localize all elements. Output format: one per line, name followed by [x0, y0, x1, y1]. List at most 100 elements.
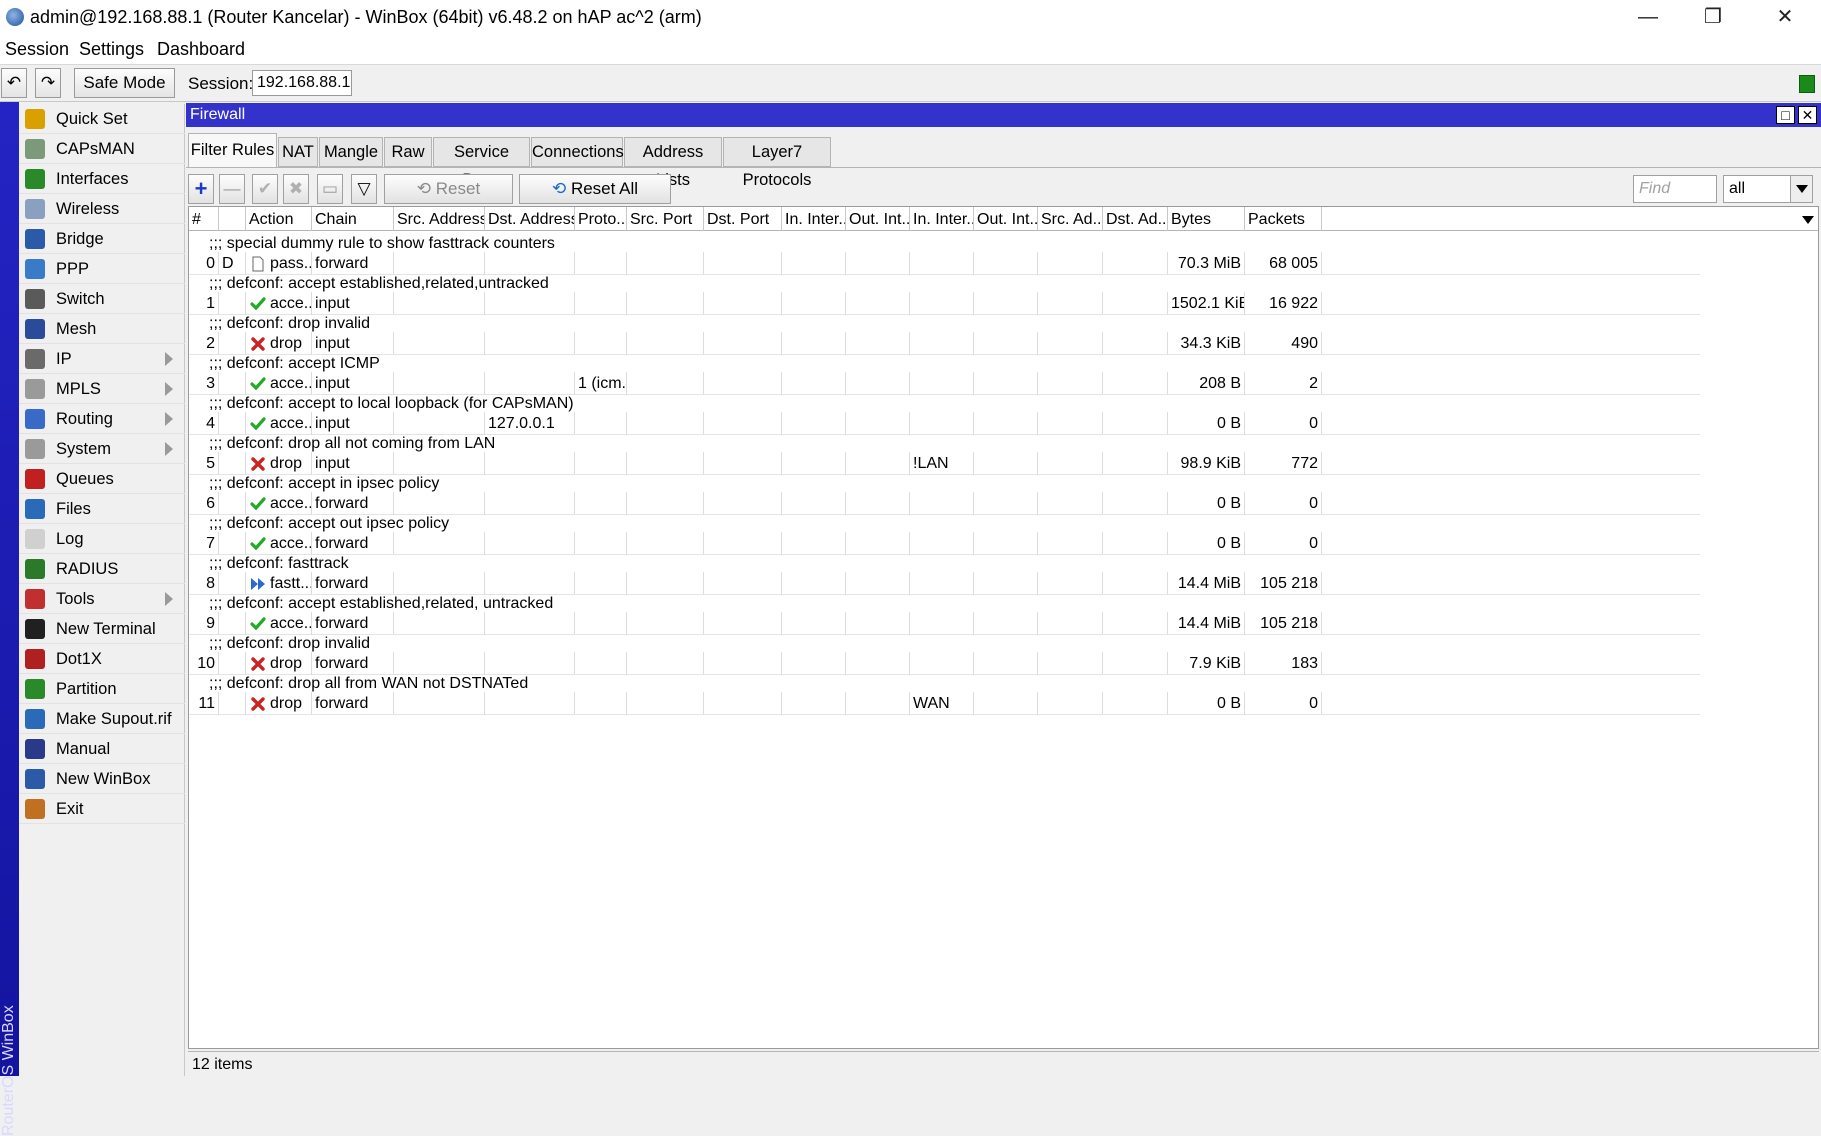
sidebar-item-manual[interactable]: Manual	[19, 734, 185, 764]
header-col-action[interactable]: Action	[246, 207, 312, 231]
cell-dst-port	[704, 692, 782, 715]
safe-mode-button[interactable]: Safe Mode	[74, 68, 175, 98]
cell-action: drop	[246, 692, 312, 715]
table-header: # Action Chain Src. Address Dst. Address Prot…	[189, 207, 1818, 231]
header-col-out-interface-list[interactable]: Out. Int...	[974, 207, 1038, 231]
header-col-protocol[interactable]: Proto...	[575, 207, 627, 231]
rules-table: # Action Chain Src. Address Dst. Address Prot…	[188, 206, 1819, 1049]
header-col-bytes[interactable]: Bytes	[1168, 207, 1245, 231]
disable-rule-button[interactable]: ✖	[283, 174, 309, 204]
sidebar-item-bridge[interactable]: Bridge	[19, 224, 185, 254]
tab-raw[interactable]: Raw	[384, 137, 432, 167]
rule-comment: ;;; defconf: drop invalid	[209, 635, 370, 652]
tab-address-lists[interactable]: Address Lists	[624, 137, 722, 189]
sidebar-item-wireless[interactable]: Wireless	[19, 194, 185, 224]
header-col-src-address[interactable]: Src. Address	[394, 207, 485, 231]
filter-select[interactable]: all	[1723, 175, 1813, 203]
rule-comment: ;;; defconf: accept out ipsec policy	[209, 515, 450, 532]
sidebar-item-exit[interactable]: Exit	[19, 794, 185, 824]
menu-dashboard[interactable]: Dashboard	[157, 39, 245, 60]
close-firewall-button[interactable]: ✕	[1798, 106, 1817, 124]
folder-icon	[25, 499, 45, 519]
chevron-down-icon[interactable]	[1790, 176, 1812, 202]
sidebar-item-make-supout-rif[interactable]: Make Supout.rif	[19, 704, 185, 734]
filter-icon[interactable]: ▽	[351, 174, 377, 204]
sidebar-item-queues[interactable]: Queues	[19, 464, 185, 494]
rule-comment: ;;; defconf: accept in ipsec policy	[209, 475, 440, 492]
comment-button[interactable]: ▭	[317, 174, 343, 204]
rule-comment: ;;; defconf: accept established,related,…	[209, 275, 549, 292]
sidebar-item-partition[interactable]: Partition	[19, 674, 185, 704]
header-col-dst-address[interactable]: Dst. Address	[485, 207, 575, 231]
accept-icon	[250, 616, 266, 632]
minimize-button[interactable]: —	[1612, 0, 1684, 34]
tab-service-ports[interactable]: Service Ports	[433, 137, 530, 189]
redo-button[interactable]: ↷	[35, 68, 61, 98]
add-rule-button[interactable]: +	[188, 174, 214, 204]
header-col-dst-port[interactable]: Dst. Port	[704, 207, 782, 231]
sidebar-item-mpls[interactable]: MPLS	[19, 374, 185, 404]
sidebar-item-label: CAPsMAN	[56, 140, 135, 158]
menu-settings[interactable]: Settings	[79, 39, 144, 60]
header-col-dst-address-list[interactable]: Dst. Ad...	[1103, 207, 1168, 231]
sidebar-item-label: PPP	[56, 260, 90, 278]
menu-bar: Session Settings Dashboard	[0, 34, 1821, 64]
enable-rule-button[interactable]: ✔	[252, 174, 278, 204]
tab-layer7-protocols[interactable]: Layer7 Protocols	[723, 137, 831, 189]
header-col-src-port[interactable]: Src. Port	[627, 207, 704, 231]
tab-nat[interactable]: NAT	[278, 137, 318, 167]
sidebar-item-routing[interactable]: Routing	[19, 404, 185, 434]
action-label: acce...	[270, 615, 311, 632]
sidebar-item-label: New Terminal	[56, 620, 156, 638]
firewall-tabs: Filter RulesNATMangleRawService PortsCon…	[186, 133, 1821, 189]
sidebar-item-files[interactable]: Files	[19, 494, 185, 524]
tab-mangle[interactable]: Mangle	[319, 137, 383, 167]
sidebar-item-interfaces[interactable]: Interfaces	[19, 164, 185, 194]
header-col-src-address-list[interactable]: Src. Ad...	[1038, 207, 1103, 231]
find-input[interactable]: Find	[1633, 175, 1717, 203]
tab-filter-rules[interactable]: Filter Rules	[188, 133, 277, 167]
header-col-packets[interactable]: Packets	[1245, 207, 1322, 231]
accept-icon	[250, 376, 266, 392]
sidebar-item-quick-set[interactable]: Quick Set	[19, 104, 185, 134]
restore-button[interactable]: ❐	[1677, 0, 1749, 34]
header-col-in-interface[interactable]: In. Inter...	[782, 207, 846, 231]
sidebar-item-capsman[interactable]: CAPsMAN	[19, 134, 185, 164]
sidebar-item-system[interactable]: System	[19, 434, 185, 464]
sidebar-item-radius[interactable]: RADIUS	[19, 554, 185, 584]
sidebar-item-new-winbox[interactable]: New WinBox	[19, 764, 185, 794]
undo-button[interactable]: ↶	[1, 68, 27, 98]
sidebar-item-tools[interactable]: Tools	[19, 584, 185, 614]
reset-all-counters-button[interactable]: ⟲ Reset All Counters	[519, 174, 671, 226]
log-icon	[25, 529, 45, 549]
column-menu-icon[interactable]	[1802, 216, 1814, 224]
action-label: acce...	[270, 295, 311, 312]
sidebar-item-label: Bridge	[56, 230, 104, 248]
sidebar-item-mesh[interactable]: Mesh	[19, 314, 185, 344]
header-col-flag[interactable]	[219, 207, 246, 231]
header-col-out-interface[interactable]: Out. Int...	[846, 207, 910, 231]
sidebar-item-new-terminal[interactable]: New Terminal	[19, 614, 185, 644]
sidebar-item-ip[interactable]: IP	[19, 344, 185, 374]
cell-src-port	[627, 692, 704, 715]
session-field[interactable]: 192.168.88.1	[252, 70, 352, 96]
table-row[interactable]: 11 drop forward WAN 0 B0	[189, 692, 1700, 715]
header-col-chain[interactable]: Chain	[312, 207, 394, 231]
sidebar-item-label: Partition	[56, 680, 117, 698]
sidebar-item-log[interactable]: Log	[19, 524, 185, 554]
reset-counters-button[interactable]: ⟲ Reset Counters	[384, 174, 513, 226]
wand-icon	[25, 109, 45, 129]
ppp-icon	[25, 259, 45, 279]
header-col-in-interface-list[interactable]: In. Inter...	[910, 207, 974, 231]
gear-icon	[25, 439, 45, 459]
maximize-firewall-button[interactable]: □	[1776, 106, 1795, 124]
header-col-number[interactable]: #	[189, 207, 219, 231]
remove-rule-button[interactable]: —	[219, 174, 245, 204]
sidebar-item-switch[interactable]: Switch	[19, 284, 185, 314]
antenna-icon	[25, 139, 45, 159]
close-window-button[interactable]: ✕	[1749, 0, 1821, 34]
menu-session[interactable]: Session	[5, 39, 69, 60]
sidebar-item-dot1x[interactable]: Dot1X	[19, 644, 185, 674]
sidebar-item-ppp[interactable]: PPP	[19, 254, 185, 284]
tab-connections[interactable]: Connections	[531, 137, 624, 167]
